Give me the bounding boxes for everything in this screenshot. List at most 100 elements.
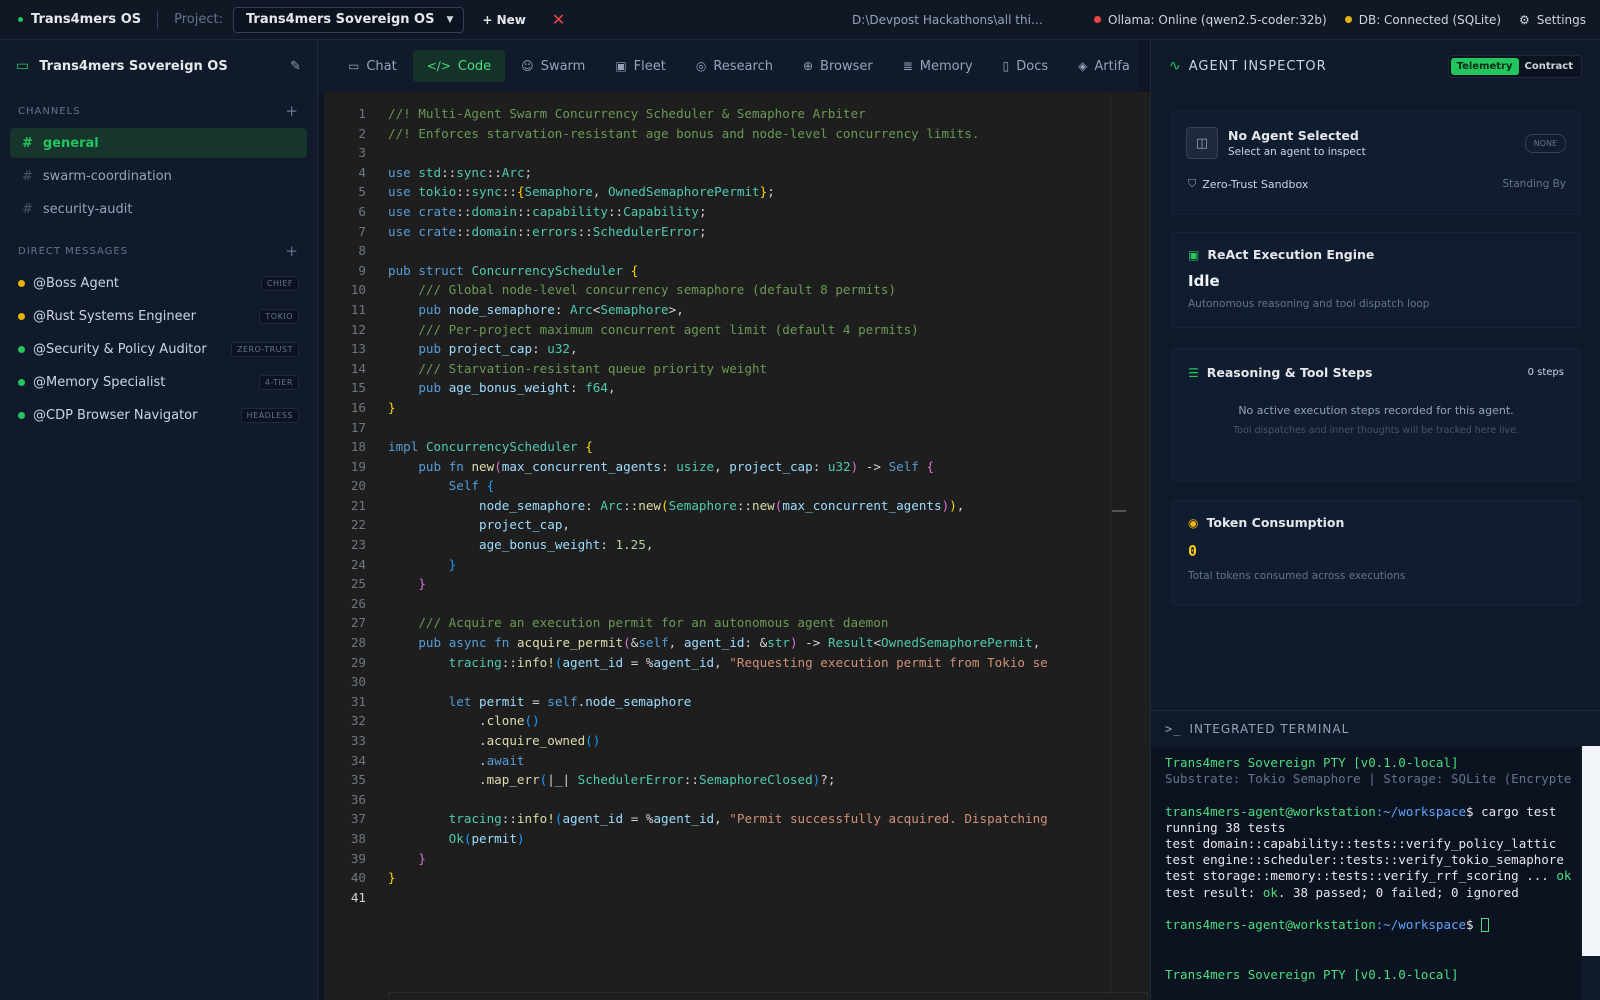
tab-label: Chat	[366, 58, 397, 74]
tab-label: Code	[457, 58, 492, 74]
tab-memory[interactable]: ≣ Memory	[889, 50, 987, 82]
presence-dot	[18, 279, 25, 287]
new-button[interactable]: + New	[482, 13, 526, 27]
tab-fleet[interactable]: ▣ Fleet	[601, 50, 680, 82]
chevron-down-icon: ▼	[446, 14, 454, 25]
code-line: //! Enforces starvation-resistant age bo…	[388, 125, 980, 141]
channel-label: security-audit	[42, 201, 133, 217]
dm-item[interactable]: @Boss Agent CHIEF	[10, 268, 307, 298]
result-ok: ok	[1262, 884, 1278, 900]
channel-label: swarm-coordination	[42, 168, 172, 184]
tab-label: Fleet	[633, 58, 666, 74]
line-number: 24	[350, 556, 366, 572]
code-content[interactable]: //! Multi-Agent Swarm Concurrency Schedu…	[388, 104, 1048, 907]
tab-artifacts[interactable]: ◈ Artifa	[1064, 50, 1138, 82]
agent-title: No Agent Selected	[1228, 128, 1359, 143]
tab-swarm[interactable]: ☺ Swarm	[507, 50, 599, 82]
dm-item[interactable]: @Rust Systems Engineer TOKIO	[10, 301, 307, 331]
line-number: 3	[358, 145, 366, 161]
code-line: tracing::info!(agent_id = %agent_id, "Re…	[448, 654, 1048, 670]
hash-icon: #	[22, 135, 33, 151]
add-dm-icon[interactable]: +	[285, 242, 299, 260]
token-value: 0	[1188, 542, 1198, 560]
compose-icon[interactable]: ✎	[290, 59, 301, 74]
compass-icon: ◎	[695, 59, 707, 73]
sandbox-label: Zero-Trust Sandbox	[1202, 177, 1309, 191]
steps-empty-subtext: Tool dispatches and inner thoughts will …	[1233, 425, 1519, 436]
close-icon[interactable]: ✕	[552, 10, 565, 29]
settings-label: Settings	[1536, 12, 1586, 27]
tab-chat[interactable]: ▭ Chat	[334, 50, 411, 82]
globe-icon: ⊕	[802, 59, 814, 73]
channel-security-audit[interactable]: # security-audit	[10, 194, 307, 224]
code-icon: </>	[426, 59, 451, 73]
project-select[interactable]: Trans4mers Sovereign OS ▼	[232, 6, 465, 33]
settings-button[interactable]: ⚙ Settings	[1519, 13, 1586, 27]
shield-icon: ⛉	[1188, 177, 1197, 190]
prompt-symbol: $	[1466, 916, 1482, 932]
terminal-line: test domain::capability::tests::verify_p…	[1165, 835, 1557, 851]
toggle-telemetry[interactable]: Telemetry	[1450, 57, 1519, 75]
dm-item[interactable]: @CDP Browser Navigator HEADLESS	[10, 400, 307, 430]
ruler	[1110, 94, 1111, 994]
line-number: 14	[350, 360, 366, 376]
workspace-header: ▭ Trans4mers Sovereign OS ✎	[0, 40, 317, 92]
add-channel-icon[interactable]: +	[285, 102, 299, 120]
code-line: Self {	[448, 478, 495, 494]
ollama-dot	[1094, 16, 1102, 23]
users-icon: ☺	[521, 59, 534, 73]
terminal-scrollbar[interactable]	[1582, 746, 1600, 956]
agent-inspector: ∿ AGENT INSPECTOR Telemetry Contract ◫ N…	[1150, 40, 1600, 710]
project-label: Project:	[174, 12, 223, 27]
code-line: //! Multi-Agent Swarm Concurrency Schedu…	[388, 106, 866, 121]
dm-item[interactable]: @Memory Specialist 4-TIER	[10, 367, 307, 397]
chat-icon: ▭	[348, 59, 360, 73]
tab-code[interactable]: </> Code	[412, 50, 506, 82]
tab-label: Docs	[1016, 58, 1049, 74]
inspector-header: ∿ AGENT INSPECTOR Telemetry Contract	[1151, 40, 1600, 92]
ollama-status: Ollama: Online (qwen2.5-coder:32b)	[1094, 13, 1327, 27]
channel-general[interactable]: # general	[10, 128, 307, 158]
line-number: 30	[350, 674, 366, 690]
code-line: let permit = self.node_semaphore	[448, 693, 692, 709]
steps-count: 0 steps	[1527, 367, 1564, 378]
agent-card: ◫ No Agent Selected Select an agent to i…	[1171, 110, 1581, 215]
dm-item[interactable]: @Security & Policy Auditor ZERO-TRUST	[10, 334, 307, 364]
current-line-highlight	[388, 992, 1148, 1000]
tab-docs[interactable]: ▯ Docs	[989, 50, 1063, 82]
line-number: 9	[358, 262, 366, 278]
online-dot	[18, 17, 23, 22]
line-gutter: 1 2 3 4 5 6 7 8 9 10 11 12 13 14 15 16 17 18 19 20 21 22 23 24 2…	[324, 104, 366, 907]
line-number: 21	[350, 497, 366, 513]
workspace-path: D:\Devpost Hackathons\all thi…	[852, 12, 1043, 27]
toggle-contract[interactable]: Contract	[1519, 58, 1580, 75]
tab-research[interactable]: ◎ Research	[682, 50, 787, 82]
code-line: .await	[388, 752, 525, 768]
react-title-row: ▣ ReAct Execution Engine	[1188, 247, 1564, 262]
scrollbar-thumb[interactable]	[1112, 510, 1126, 512]
line-number: 31	[350, 693, 366, 709]
list-icon: ☰	[1188, 365, 1199, 380]
code-line: }	[418, 576, 426, 592]
integrated-terminal[interactable]: >_ INTEGRATED TERMINAL Trans4mers Sovere…	[1150, 710, 1600, 1000]
terminal-output[interactable]: Trans4mers Sovereign PTY [v0.1.0-local] …	[1151, 747, 1581, 1000]
tab-browser[interactable]: ⊕ Browser	[789, 50, 887, 82]
code-line: project_cap,	[479, 517, 570, 533]
terminal-line: test result: ok. 38 passed; 0 failed; 0 …	[1165, 885, 1581, 901]
steps-title: Reasoning & Tool Steps	[1206, 365, 1373, 380]
code-editor[interactable]: 1 2 3 4 5 6 7 8 9 10 11 12 13 14 15 16 17 18 19 20 21 22 23 24 2…	[324, 92, 1150, 1000]
channel-swarm-coordination[interactable]: # swarm-coordination	[10, 161, 307, 191]
code-line: pub struct ConcurrencyScheduler {	[388, 262, 639, 278]
channels-header: CHANNELS +	[0, 98, 317, 124]
code-line: use crate::domain::errors::SchedulerErro…	[388, 223, 707, 239]
channels-title: CHANNELS	[18, 105, 81, 117]
react-engine-card: ▣ ReAct Execution Engine Idle Autonomous…	[1171, 232, 1581, 328]
steps-empty-text: No active execution steps recorded for t…	[1238, 404, 1514, 417]
dm-name: @Boss Agent	[33, 275, 120, 291]
line-number: 23	[350, 537, 366, 553]
code-line: /// Global node-level concurrency semaph…	[388, 282, 896, 298]
